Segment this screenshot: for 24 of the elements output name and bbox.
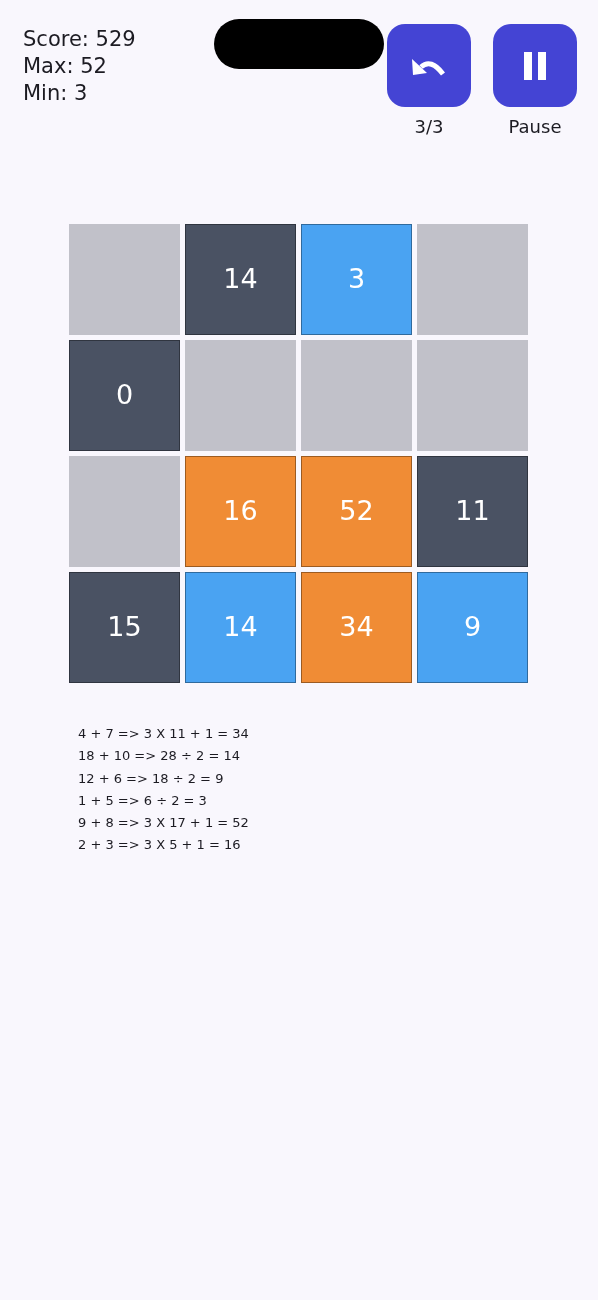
- stat-text: Score: 529: [23, 26, 136, 53]
- equation-text: 18 + 10 => 28 ÷ 2 = 14: [78, 747, 241, 766]
- number-tile: 34: [301, 572, 412, 683]
- stat-text: Min: 3: [23, 80, 89, 107]
- pause-button[interactable]: [493, 24, 577, 107]
- equation-text: 9 + 8 => 3 X 17 + 1 = 52: [78, 814, 250, 833]
- number-tile: 16: [185, 456, 296, 567]
- number-tile: 9: [417, 572, 528, 683]
- button-label: Pause: [508, 115, 562, 139]
- number-tile: 11: [417, 456, 528, 567]
- pause-icon: [523, 51, 547, 80]
- equation-text: 1 + 5 => 6 ÷ 2 = 3: [78, 791, 208, 810]
- number-tile: 0: [69, 340, 180, 451]
- undo-button[interactable]: [387, 24, 471, 107]
- stat-text: Max: 52: [23, 53, 108, 80]
- number-tile: 14: [185, 572, 296, 683]
- number-tile: 15: [69, 572, 180, 683]
- button-label: 3/3: [414, 115, 444, 139]
- number-tile: 14: [185, 224, 296, 335]
- equation-text: 12 + 6 => 18 ÷ 2 = 9: [78, 769, 225, 788]
- number-tile: 52: [301, 456, 412, 567]
- equation-text: 2 + 3 => 3 X 5 + 1 = 16: [78, 836, 242, 855]
- number-tile: 3: [301, 224, 412, 335]
- equation-text: 4 + 7 => 3 X 11 + 1 = 34: [78, 725, 250, 743]
